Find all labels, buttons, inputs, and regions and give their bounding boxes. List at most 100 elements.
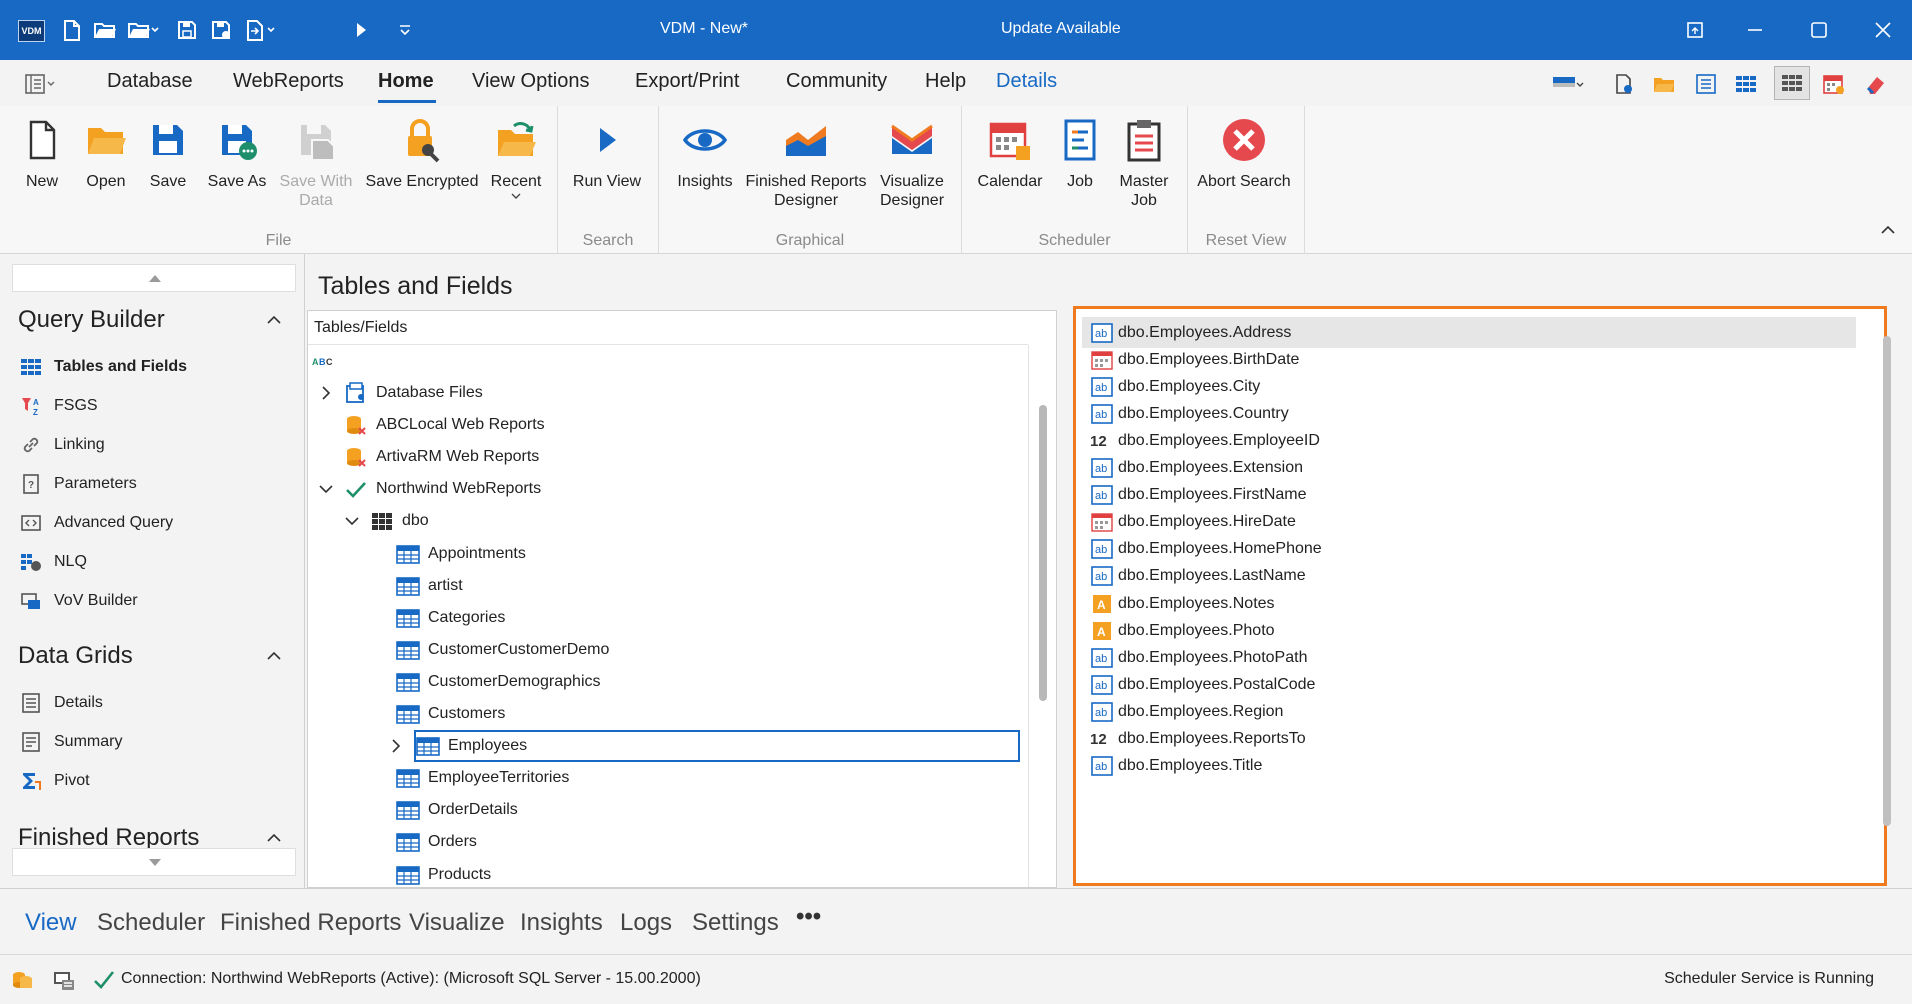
abc-icon[interactable]: ABC <box>312 351 334 371</box>
chevron-right-icon[interactable] <box>318 385 334 401</box>
chevron-down-icon[interactable] <box>344 513 360 529</box>
tree-row[interactable]: Categories <box>370 602 505 634</box>
section-query-builder[interactable]: Query Builder <box>18 306 165 334</box>
sidebar-toggle-icon[interactable] <box>24 72 58 96</box>
save-icon[interactable] <box>174 17 200 43</box>
clipboard-icon <box>1120 116 1168 164</box>
collapse-ribbon-icon[interactable] <box>1878 222 1898 238</box>
export-dropdown-icon[interactable] <box>242 17 276 43</box>
ribbon-master-job-button[interactable]: Master Job <box>1112 116 1176 210</box>
grid-icon[interactable] <box>1734 72 1758 96</box>
sidebar-item-vov-builder[interactable]: VoV Builder <box>20 586 290 616</box>
tree-row[interactable]: Products <box>370 859 491 888</box>
new-file-icon[interactable] <box>58 17 84 43</box>
run-icon[interactable] <box>348 17 374 43</box>
tree-row[interactable]: CustomerDemographics <box>370 666 601 698</box>
ribbon-finished-reports-designer-button[interactable]: Finished Reports Designer <box>744 116 868 210</box>
tree-scroll-thumb[interactable] <box>1039 405 1047 701</box>
scroll-up-button[interactable] <box>12 264 296 292</box>
calendar-icon[interactable] <box>1822 72 1846 96</box>
nav-finished-reports[interactable]: Finished Reports <box>220 909 401 937</box>
menu-webreports[interactable]: WebReports <box>233 70 344 93</box>
ribbon-save-as-button[interactable]: Save As <box>204 116 270 191</box>
save-data-icon[interactable] <box>208 17 234 43</box>
menu-help[interactable]: Help <box>925 70 966 93</box>
tree-row[interactable]: Database Files <box>318 377 483 409</box>
menu-home[interactable]: Home <box>378 70 434 93</box>
grid-active-icon[interactable] <box>1774 66 1810 100</box>
close-icon[interactable] <box>1870 17 1896 43</box>
tree-row[interactable]: CustomerCustomerDemo <box>370 634 609 666</box>
flag-dropdown-icon[interactable] <box>1551 72 1585 96</box>
new-doc-icon[interactable] <box>1612 72 1636 96</box>
nav-view[interactable]: View <box>25 909 77 937</box>
sidebar-item-nlq[interactable]: NLQ <box>20 547 290 577</box>
tree-scrollbar[interactable] <box>1028 345 1056 887</box>
restore-down-icon[interactable] <box>1682 17 1708 43</box>
database-stack-icon[interactable] <box>10 968 34 992</box>
scroll-down-button[interactable] <box>12 848 296 876</box>
sidebar-item-parameters[interactable]: ? Parameters <box>20 469 290 499</box>
tree-row-selected[interactable]: Employees <box>392 730 1020 763</box>
ribbon-abort-search-button[interactable]: Abort Search <box>1196 116 1292 191</box>
customize-icon[interactable] <box>392 17 418 43</box>
chevron-up-icon[interactable] <box>266 830 282 846</box>
sidebar-item-details[interactable]: Details <box>20 688 290 718</box>
tree-row[interactable]: artist <box>370 570 463 602</box>
chevron-up-icon[interactable] <box>266 648 282 664</box>
open-dropdown-icon[interactable] <box>126 17 160 43</box>
ribbon-save-encrypted-button[interactable]: Save Encrypted <box>364 116 480 191</box>
tree-row[interactable]: Northwind WebReports <box>318 473 541 505</box>
fields-scroll-thumb[interactable] <box>1883 336 1891 826</box>
menu-export-print[interactable]: Export/Print <box>635 70 739 93</box>
tree-row[interactable]: Customers <box>370 698 505 730</box>
sidebar-item-tables-and-fields[interactable]: Tables and Fields <box>20 352 290 382</box>
nav-settings[interactable]: Settings <box>692 909 779 937</box>
field-row[interactable]: ab dbo.Employees.Title <box>1082 751 1856 782</box>
ribbon-calendar-button[interactable]: Calendar <box>970 116 1050 191</box>
nav-logs[interactable]: Logs <box>620 909 672 937</box>
ribbon-insights-button[interactable]: Insights <box>670 116 740 191</box>
sidebar-item-advanced-query[interactable]: Advanced Query <box>20 508 290 538</box>
ribbon-save-button[interactable]: Save <box>142 116 194 191</box>
menu-database[interactable]: Database <box>107 70 193 93</box>
ribbon-run-view-button[interactable]: Run View <box>566 116 648 191</box>
update-available-link[interactable]: Update Available <box>1001 20 1121 38</box>
nav-insights[interactable]: Insights <box>520 909 603 937</box>
chevron-right-icon[interactable] <box>388 738 404 754</box>
tree-row[interactable]: ABCLocal Web Reports <box>318 409 545 441</box>
ribbon-save-with-data-button[interactable]: Save With Data <box>278 116 354 210</box>
ribbon-open-button[interactable]: Open <box>80 116 132 191</box>
tree-row[interactable]: dbo <box>344 505 429 537</box>
sidebar-item-summary[interactable]: Summary <box>20 727 290 757</box>
ribbon-recent-button[interactable]: Recent <box>488 116 544 201</box>
ribbon-visualize-designer-button[interactable]: Visualize Designer <box>872 116 952 210</box>
nav-visualize[interactable]: Visualize <box>409 909 505 937</box>
tree-row[interactable]: EmployeeTerritories <box>370 762 569 794</box>
open-folder-icon[interactable] <box>92 17 118 43</box>
menu-details[interactable]: Details <box>996 70 1057 93</box>
minimize-icon[interactable] <box>1742 17 1768 43</box>
menu-community[interactable]: Community <box>786 70 887 93</box>
tree-row[interactable]: OrderDetails <box>370 794 518 826</box>
section-finished-reports[interactable]: Finished Reports <box>18 824 199 848</box>
ribbon-new-button[interactable]: New <box>16 116 68 191</box>
nav-scheduler[interactable]: Scheduler <box>97 909 205 937</box>
connection-manager-icon[interactable] <box>52 968 76 992</box>
sidebar-item-pivot[interactable]: Pivot <box>20 766 290 796</box>
eraser-icon[interactable] <box>1864 72 1888 96</box>
sidebar-item-fsgs[interactable]: AZ FSGS <box>20 391 290 421</box>
chevron-down-icon[interactable] <box>318 481 334 497</box>
menu-view-options[interactable]: View Options <box>472 70 589 93</box>
more-options-button[interactable]: ••• <box>796 903 821 931</box>
section-data-grids[interactable]: Data Grids <box>18 642 133 670</box>
tree-row[interactable]: ArtivaRM Web Reports <box>318 441 539 473</box>
chevron-up-icon[interactable] <box>266 312 282 328</box>
sidebar-item-linking[interactable]: Linking <box>20 430 290 460</box>
tree-row[interactable]: Orders <box>370 826 477 858</box>
tree-row[interactable]: Appointments <box>370 538 526 570</box>
ribbon-job-button[interactable]: Job <box>1056 116 1104 191</box>
list-icon[interactable] <box>1694 72 1718 96</box>
maximize-icon[interactable] <box>1806 17 1832 43</box>
folder-icon[interactable] <box>1652 72 1676 96</box>
